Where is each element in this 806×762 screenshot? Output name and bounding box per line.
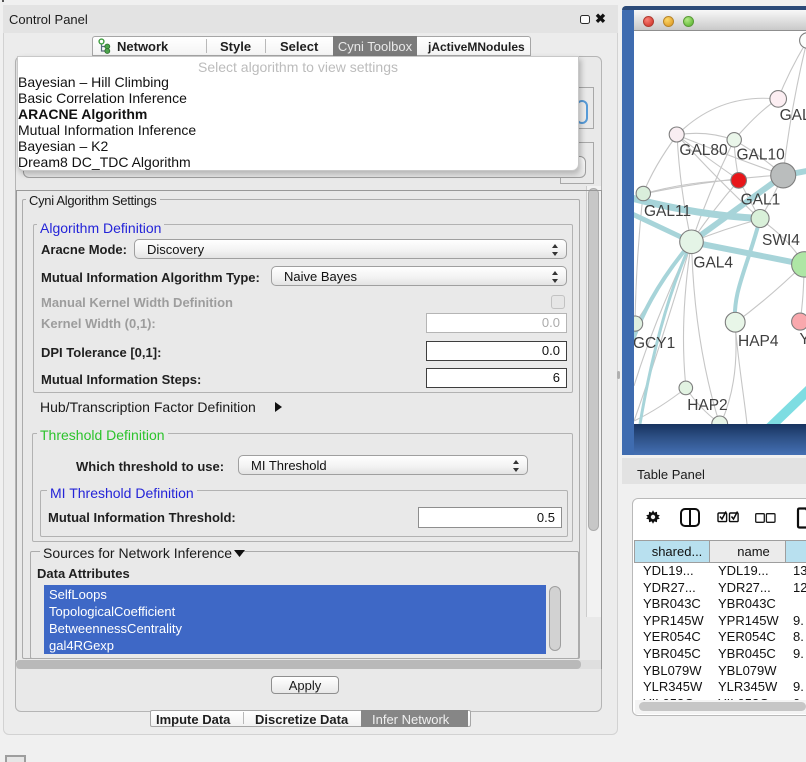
svg-text:GAL11: GAL11	[644, 203, 691, 220]
svg-text:HAP2: HAP2	[687, 397, 728, 414]
svg-text:GCY1: GCY1	[634, 335, 675, 352]
svg-text:HAP4: HAP4	[738, 333, 779, 350]
svg-text:GAL1: GAL1	[741, 192, 781, 209]
svg-text:GAL7: GAL7	[780, 107, 806, 124]
svg-text:GAL4: GAL4	[693, 255, 733, 272]
svg-text:GAL10: GAL10	[737, 147, 786, 164]
svg-text:Y: Y	[800, 331, 806, 348]
svg-text:SWI4: SWI4	[762, 232, 800, 249]
svg-text:GAL80: GAL80	[679, 142, 728, 159]
